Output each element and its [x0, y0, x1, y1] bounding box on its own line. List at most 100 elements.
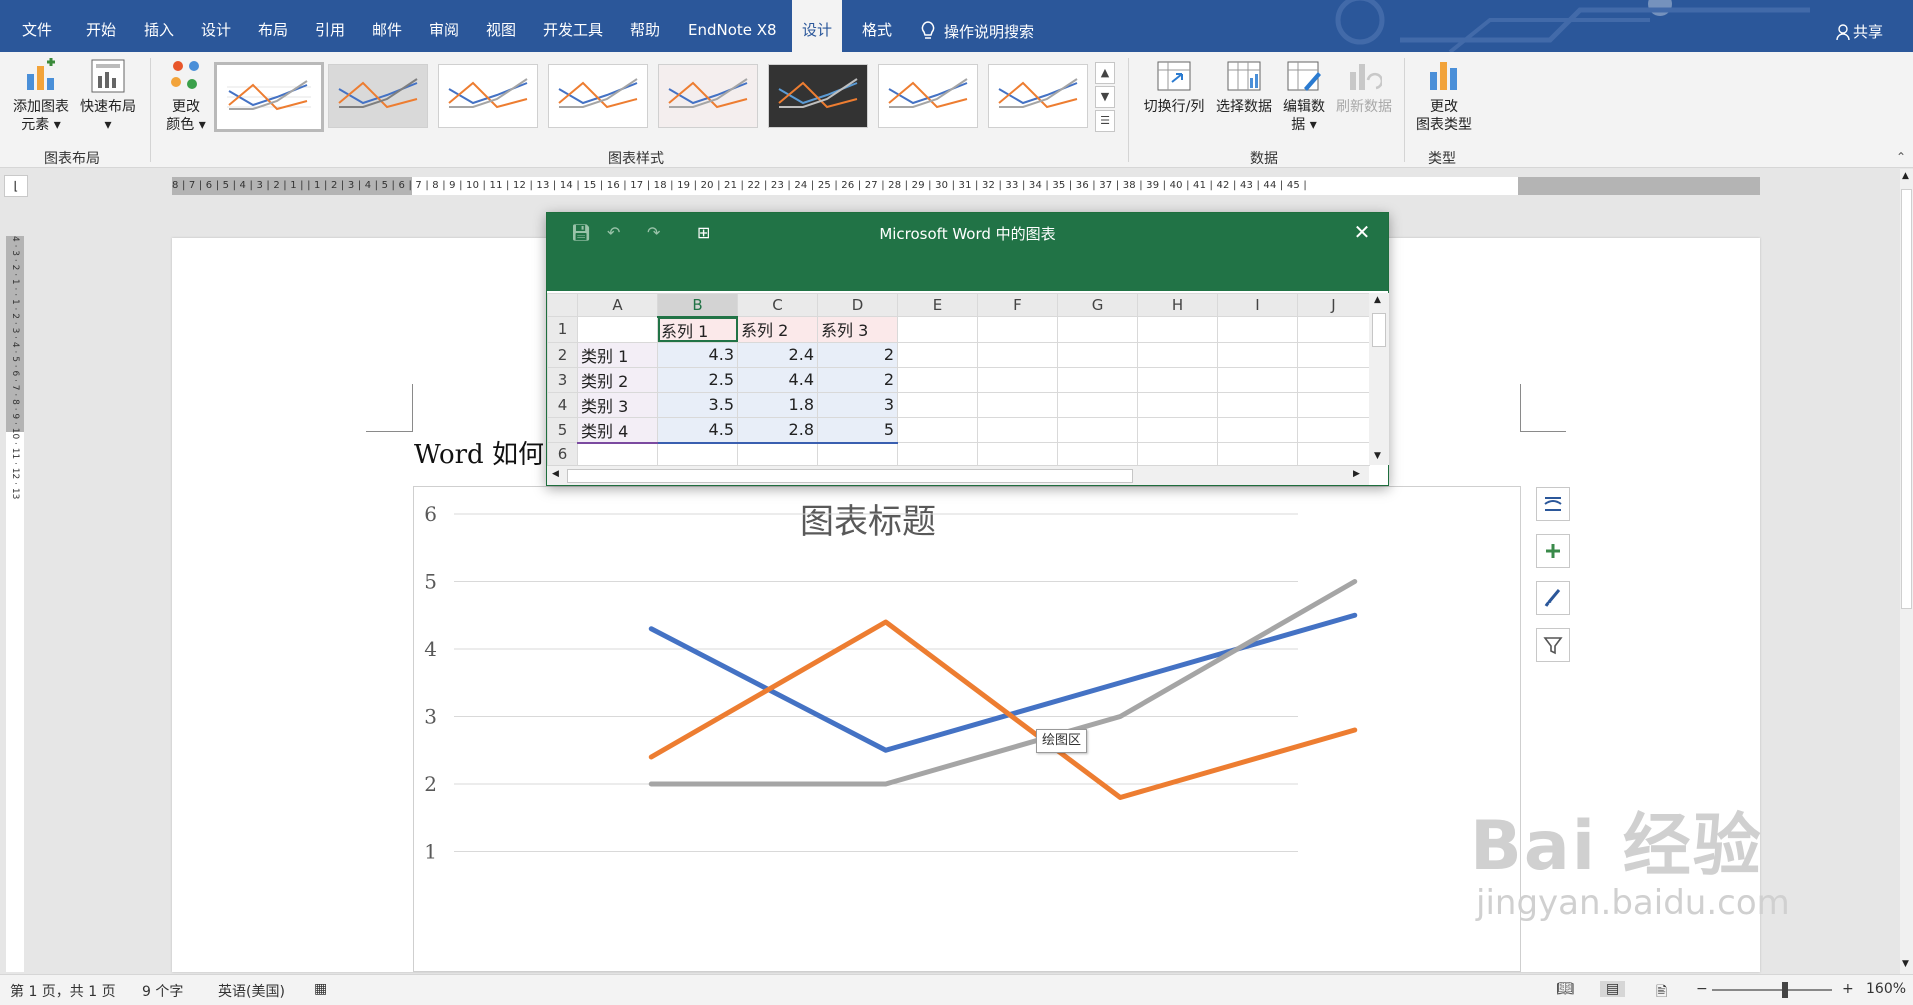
zoom-slider[interactable] — [1712, 989, 1832, 991]
column-header[interactable]: H — [1137, 293, 1218, 317]
cell[interactable] — [977, 442, 1058, 466]
column-header[interactable]: C — [737, 293, 818, 317]
switch-row-column-button[interactable]: 切换行/列 — [1140, 52, 1208, 116]
zoom-slider-thumb[interactable] — [1782, 982, 1788, 998]
scrollbar-thumb[interactable] — [567, 469, 1133, 483]
tab-file[interactable]: 文件 — [22, 0, 52, 52]
row-header[interactable]: 3 — [547, 366, 578, 393]
change-colors-button[interactable]: 更改 颜色 ▾ — [158, 52, 214, 134]
tab-selector[interactable]: ⌊ — [4, 175, 28, 197]
word-count[interactable]: 9 个字 — [142, 981, 183, 1001]
cell[interactable] — [1057, 366, 1138, 393]
cell[interactable] — [737, 442, 818, 466]
tab-endnote[interactable]: EndNote X8 — [688, 0, 777, 52]
vertical-ruler[interactable]: 4 · 3 · 2 · 1 · · 1 · 2 · 3 · 4 · 5 · 6 … — [6, 236, 24, 972]
cell[interactable] — [1297, 416, 1370, 443]
cell[interactable]: 类别 4 — [577, 416, 658, 444]
cell[interactable]: 4.5 — [657, 416, 738, 444]
cell[interactable] — [1217, 391, 1298, 418]
cell[interactable] — [1137, 341, 1218, 368]
chart-elements-button[interactable] — [1536, 534, 1570, 568]
document-heading[interactable]: Word 如何 — [414, 434, 544, 471]
chart-style-7[interactable] — [878, 64, 978, 128]
column-header[interactable]: G — [1057, 293, 1138, 317]
macro-icon[interactable]: ▦ — [314, 981, 327, 997]
cell[interactable]: 2.5 — [657, 366, 738, 393]
zoom-level[interactable]: 160% — [1866, 981, 1906, 997]
chart-style-8[interactable] — [988, 64, 1088, 128]
horizontal-ruler[interactable]: 8 | 7 | 6 | 5 | 4 | 3 | 2 | 1 | | 1 | 2 … — [172, 177, 1760, 195]
cell[interactable] — [577, 316, 658, 343]
select-data-button[interactable]: 选择数据 — [1212, 52, 1276, 116]
cell[interactable] — [577, 442, 658, 466]
scroll-right-icon[interactable]: ▶ — [1353, 469, 1360, 479]
column-header[interactable]: J — [1297, 293, 1370, 317]
column-header[interactable]: F — [977, 293, 1058, 317]
cell[interactable] — [977, 416, 1058, 443]
column-header[interactable]: A — [577, 293, 658, 317]
cell[interactable]: 3.5 — [657, 391, 738, 418]
cell[interactable] — [817, 442, 898, 466]
tab-mailings[interactable]: 邮件 — [372, 0, 402, 52]
tab-design[interactable]: 设计 — [201, 0, 231, 52]
chart-style-4[interactable] — [548, 64, 648, 128]
cell[interactable]: 系列 3 — [817, 316, 898, 343]
tab-layout[interactable]: 布局 — [258, 0, 288, 52]
chart-data-window[interactable]: 💾︎ ↶ ↷ ⊞ Microsoft Word 中的图表 ✕ A B C D E… — [546, 212, 1389, 486]
web-layout-icon[interactable]: 🖹︎ — [1656, 981, 1667, 1005]
tab-developer[interactable]: 开发工具 — [543, 0, 603, 52]
chart-style-5[interactable] — [658, 64, 758, 128]
scrollbar-thumb[interactable] — [1901, 189, 1912, 609]
cell[interactable] — [1137, 442, 1218, 466]
cell[interactable] — [977, 316, 1058, 343]
cell[interactable] — [1297, 442, 1370, 466]
cell[interactable] — [657, 442, 738, 466]
column-header[interactable]: D — [817, 293, 898, 317]
cell[interactable] — [1057, 341, 1138, 368]
cell[interactable] — [1057, 442, 1138, 466]
spreadsheet-grid[interactable]: A B C D E F G H I J 1 系列 1 系列 2 系列 3 2 类… — [547, 293, 1370, 466]
row-header[interactable]: 2 — [547, 341, 578, 368]
cell[interactable]: 2.4 — [737, 341, 818, 368]
quick-layout-button[interactable]: 快速布局 ▾ — [76, 52, 140, 134]
cell[interactable] — [1217, 316, 1298, 343]
chart-styles-button[interactable] — [1536, 581, 1570, 615]
select-all-corner[interactable] — [547, 293, 578, 317]
tab-references[interactable]: 引用 — [315, 0, 345, 52]
row-header[interactable]: 4 — [547, 391, 578, 418]
cell[interactable] — [1217, 366, 1298, 393]
tab-insert[interactable]: 插入 — [144, 0, 174, 52]
chart-style-6[interactable] — [768, 64, 868, 128]
gallery-up-icon[interactable]: ▲ — [1095, 62, 1115, 84]
cell[interactable] — [1137, 416, 1218, 443]
cell[interactable] — [1057, 416, 1138, 443]
page-count[interactable]: 第 1 页，共 1 页 — [10, 981, 116, 1001]
cell[interactable] — [1217, 442, 1298, 466]
cell[interactable]: 4.3 — [657, 341, 738, 368]
cell[interactable] — [1057, 316, 1138, 343]
column-header[interactable]: B — [657, 293, 738, 318]
cell[interactable]: 系列 1 — [657, 316, 738, 343]
edit-data-button[interactable]: 编辑数 据 ▾ — [1278, 52, 1330, 134]
cell[interactable] — [1137, 366, 1218, 393]
tab-format[interactable]: 格式 — [862, 0, 892, 52]
gallery-more-icon[interactable]: ☰ — [1095, 110, 1115, 132]
cell[interactable] — [1137, 316, 1218, 343]
language[interactable]: 英语(美国) — [218, 981, 285, 1001]
change-chart-type-button[interactable]: 更改 图表类型 — [1412, 52, 1476, 134]
tell-me-search[interactable]: 操作说明搜索 — [920, 0, 1034, 52]
chart-area[interactable]: 图表标题 1 2 3 4 5 6 — [413, 486, 1521, 972]
column-header[interactable]: E — [897, 293, 978, 317]
grid-vertical-scrollbar[interactable]: ▲ ▼ — [1369, 293, 1389, 465]
cell[interactable]: 4.4 — [737, 366, 818, 393]
grid-horizontal-scrollbar[interactable]: ◀ ▶ — [547, 465, 1369, 485]
cell[interactable] — [897, 391, 978, 418]
scroll-down-icon[interactable]: ▼ — [1902, 959, 1909, 969]
scrollbar-thumb[interactable] — [1372, 313, 1386, 347]
row-header[interactable]: 5 — [547, 416, 578, 443]
cell[interactable]: 3 — [817, 391, 898, 418]
cell[interactable] — [1217, 341, 1298, 368]
tab-home[interactable]: 开始 — [86, 0, 116, 52]
cell[interactable] — [897, 416, 978, 443]
column-header[interactable]: I — [1217, 293, 1298, 317]
